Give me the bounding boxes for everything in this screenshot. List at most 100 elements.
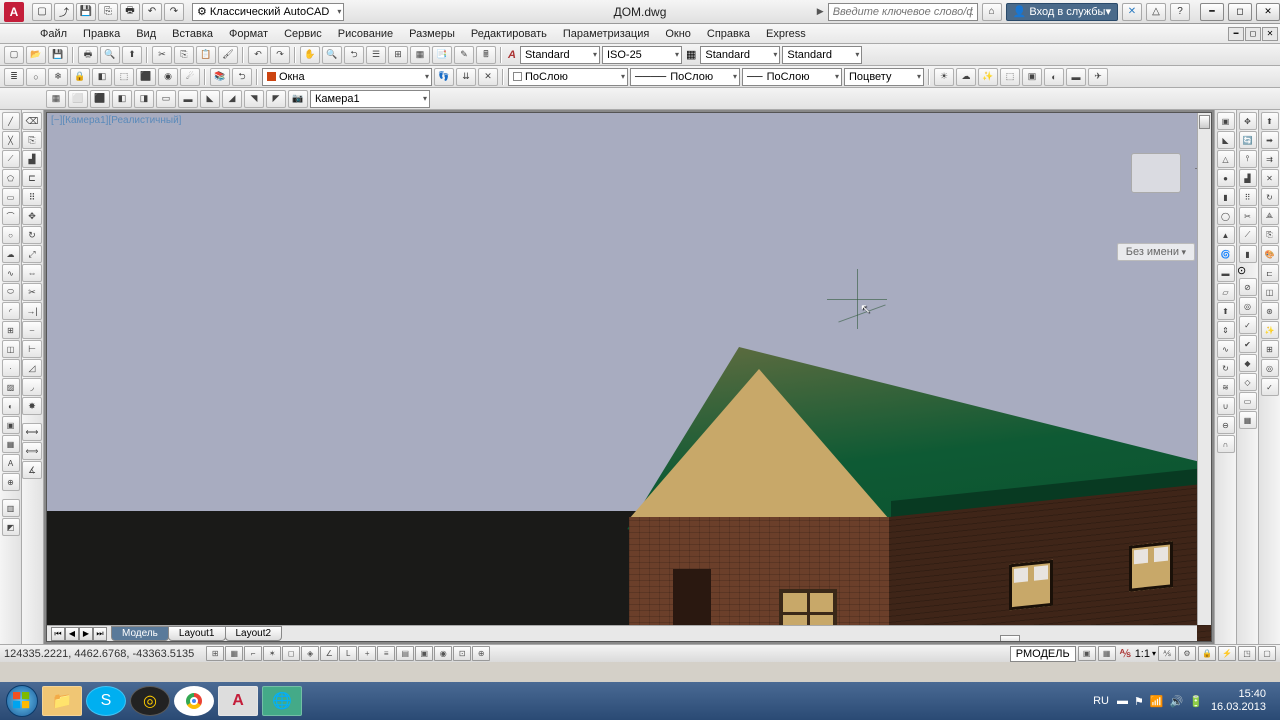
fillet-icon[interactable]: ◞ [22,378,42,396]
tab-first-icon[interactable]: ⏮ [51,627,65,641]
tab-layout1[interactable]: Layout1 [168,626,226,641]
tb-open-icon[interactable]: 📂 [26,46,46,64]
layer-lock-icon[interactable]: 🔒 [70,68,90,86]
face-move-icon[interactable]: ➡ [1261,131,1279,149]
layer-merge-icon[interactable]: ⇊ [456,68,476,86]
tray-lang[interactable]: RU [1093,695,1109,707]
polygon-icon[interactable]: ⬠ [2,169,20,187]
sweep-icon[interactable]: ∿ [1217,340,1235,358]
scale-icon[interactable]: ⤢ [22,245,42,263]
view-named-icon[interactable]: ▦ [46,90,66,108]
minimize-button[interactable]: ━ [1200,3,1224,21]
body-sep-icon[interactable]: ⊞ [1261,340,1279,358]
revcloud-icon[interactable]: ☁ [2,245,20,263]
layer-state-icon[interactable]: 📚 [210,68,230,86]
qp-icon[interactable]: ▣ [415,646,433,661]
plotstyle-dropdown[interactable]: Поцвету [844,68,924,86]
section-icon[interactable]: ✂ [1239,207,1257,225]
status-qvl-icon[interactable]: ▦ [1098,646,1116,661]
menu-file[interactable]: Файл [32,25,75,43]
mesh-icon[interactable]: ▦ [1239,411,1257,429]
table-icon[interactable]: ▦ [2,435,20,453]
rect-icon[interactable]: ▭ [2,188,20,206]
maximize-button[interactable]: ◻ [1228,3,1252,21]
close-button[interactable]: ✕ [1256,3,1280,21]
tray-flag-icon[interactable]: ▬ [1117,695,1128,708]
vscroll-thumb[interactable] [1199,115,1210,129]
task-skype-icon[interactable]: S [86,686,126,716]
search-play-icon[interactable]: ▶ [817,6,824,17]
viewport-label[interactable]: [−][Камера1][Реалистичный] [51,115,181,126]
render-misc-icon[interactable]: ◐ [1044,68,1064,86]
tb-zoom-icon[interactable]: 🔍 [322,46,342,64]
join-icon[interactable]: ⊢ [22,340,42,358]
cylinder-icon[interactable]: ▮ [1217,188,1235,206]
circle-icon[interactable]: ○ [2,226,20,244]
array-icon[interactable]: ⠿ [22,188,42,206]
union-icon[interactable]: ∪ [1217,397,1235,415]
menu-parametric[interactable]: Параметризация [555,25,657,43]
clean-icon[interactable]: ✓ [1239,316,1257,334]
tb-match-icon[interactable]: 🖌 [218,46,238,64]
layer-del-icon[interactable]: ✕ [478,68,498,86]
tray-volume-icon[interactable]: 🔊 [1170,695,1184,708]
menu-draw[interactable]: Рисование [330,25,401,43]
layer-off-icon[interactable]: ○ [26,68,46,86]
drawing-viewport[interactable]: [−][Камера1][Реалистичный] Справа Без им… [46,112,1212,642]
task-chrome-icon[interactable] [174,686,214,716]
status-hw-icon[interactable]: ⚡ [1218,646,1236,661]
face-extrude-icon[interactable]: ⬆ [1261,112,1279,130]
tab-prev-icon[interactable]: ◀ [65,627,79,641]
chamfer-icon[interactable]: ◿ [22,359,42,377]
tb-copy-icon[interactable]: ⎘ [174,46,194,64]
new-icon[interactable]: ▢ [32,3,52,21]
save-icon[interactable]: 💾 [76,3,96,21]
extra-tool1-icon[interactable]: ▥ [2,499,20,517]
3dmirror-icon[interactable]: ▟ [1239,169,1257,187]
tab-next-icon[interactable]: ▶ [79,627,93,641]
view-right-icon[interactable]: ◨ [134,90,154,108]
mdi-restore[interactable]: ◻ [1245,27,1261,41]
presspull-icon[interactable]: ⇕ [1217,321,1235,339]
view-left-icon[interactable]: ◧ [112,90,132,108]
face-delete-icon[interactable]: ✕ [1261,169,1279,187]
status-lock-icon[interactable]: 🔒 [1198,646,1216,661]
sc-icon[interactable]: ◉ [434,646,452,661]
hscroll-thumb[interactable] [1000,635,1020,643]
tb-redo-icon[interactable]: ↷ [270,46,290,64]
tb-plot-icon[interactable]: 🖶 [78,46,98,64]
polysolid-icon[interactable]: ▬ [1217,264,1235,282]
mlstyle-dropdown[interactable]: Standard [782,46,862,64]
face-rotate-icon[interactable]: ↻ [1261,188,1279,206]
cone-icon[interactable]: △ [1217,150,1235,168]
status-model-label[interactable]: РМОДЕЛЬ [1010,646,1076,662]
help-icon[interactable]: ? [1170,3,1190,21]
stretch-icon[interactable]: ⇔ [22,264,42,282]
thicken-icon[interactable]: ▮ [1239,245,1257,263]
color-dropdown[interactable]: ПоСлою [508,68,628,86]
tray-action-icon[interactable]: ⚑ [1134,695,1144,708]
copy-icon[interactable]: ⎘ [22,131,42,149]
flatshot-icon[interactable]: ▭ [1239,392,1257,410]
tab-model[interactable]: Модель [111,626,169,641]
tb-publish-icon[interactable]: ⬆ [122,46,142,64]
tb-zoomprev-icon[interactable]: ⮌ [344,46,364,64]
workspace-dropdown[interactable]: ⚙Классический AutoCAD [192,3,344,21]
dimtool1-icon[interactable]: ⟷ [22,423,42,441]
saveas-icon[interactable]: ⎘ [98,3,118,21]
snap-icon[interactable]: ⊞ [206,646,224,661]
tb-new-icon[interactable]: ▢ [4,46,24,64]
menu-view[interactable]: Вид [128,25,164,43]
tb-tp-icon[interactable]: ▦ [410,46,430,64]
torus-icon[interactable]: ◯ [1217,207,1235,225]
vertical-scrollbar[interactable] [1197,113,1211,625]
tb-save-icon[interactable]: 💾 [48,46,68,64]
box-icon[interactable]: ▣ [1217,112,1235,130]
menu-tools[interactable]: Сервис [276,25,330,43]
tb-preview-icon[interactable]: 🔍 [100,46,120,64]
infocenter-icon[interactable]: ⌂ [982,3,1002,21]
sep-icon[interactable]: ⊘ [1239,278,1257,296]
mdi-minimize[interactable]: ━ [1228,27,1244,41]
edge-color-icon[interactable]: ◫ [1261,283,1279,301]
face-offset-icon[interactable]: ⇉ [1261,150,1279,168]
